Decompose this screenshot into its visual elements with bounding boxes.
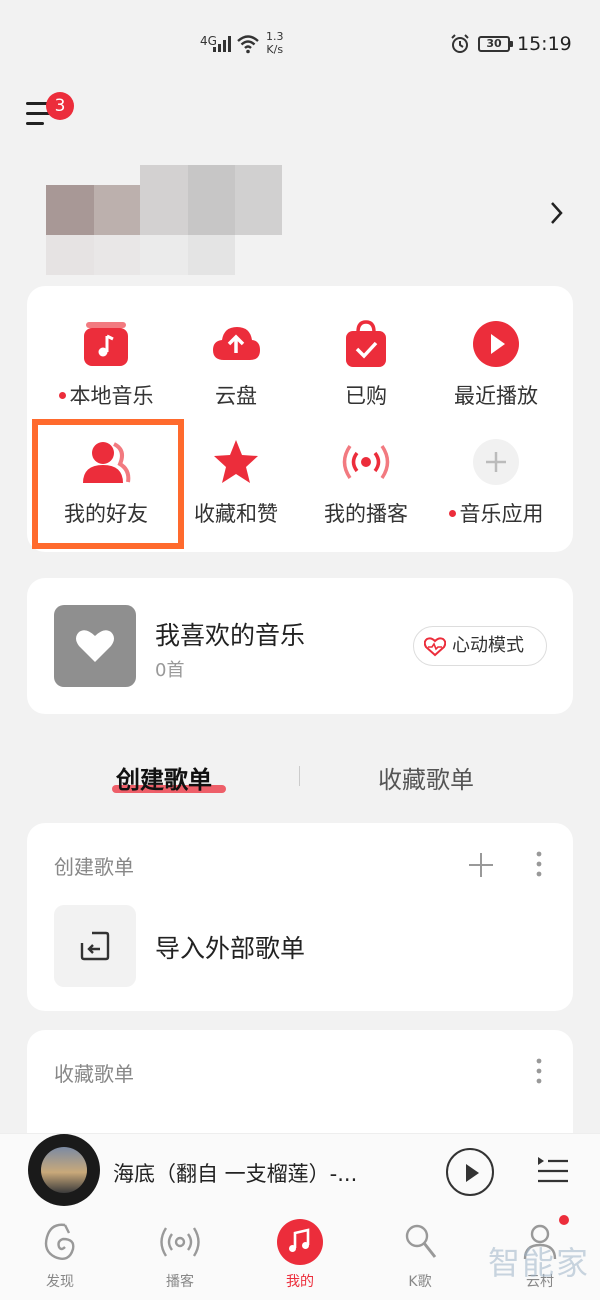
heart-mode-label: 心动模式: [452, 635, 524, 656]
nav-item-mine[interactable]: 我的: [260, 1219, 340, 1291]
grid-item-my-podcast[interactable]: 我的播客: [301, 436, 431, 528]
play-circle-icon: [473, 321, 519, 367]
network-speed: 1.3 K/s: [266, 30, 284, 56]
discover-icon: [44, 1223, 75, 1260]
grid-item-label: 本地音乐: [41, 380, 171, 410]
new-dot: [448, 509, 456, 517]
blur-block: [46, 235, 94, 275]
grid-item-label: 已购: [345, 384, 387, 408]
blur-block: [188, 165, 235, 235]
section-title: 收藏歌单: [54, 1062, 134, 1086]
tab-divider: [299, 766, 300, 786]
new-dot: [58, 391, 66, 399]
grid-item-recent-play[interactable]: 最近播放: [431, 318, 561, 410]
tab-created-playlists[interactable]: 创建歌单: [116, 760, 212, 795]
favorite-count: 0首: [155, 660, 185, 681]
star-icon: [214, 440, 258, 483]
created-playlists-card: 创建歌单 导入外部歌单: [27, 823, 573, 1011]
blur-block: [140, 165, 188, 235]
wifi-icon: [237, 35, 259, 54]
nav-label: 播客: [166, 1274, 194, 1290]
clock-time: 15:19: [517, 33, 572, 55]
speed-unit: K/s: [266, 43, 284, 56]
grid-item-label: 音乐应用: [431, 498, 561, 528]
more-vertical-icon[interactable]: [527, 1056, 551, 1086]
highlight-box: [32, 419, 184, 549]
blur-block: [46, 185, 94, 235]
import-playlist-label[interactable]: 导入外部歌单: [155, 929, 305, 965]
music-note-icon: [277, 1219, 323, 1265]
more-vertical-icon[interactable]: [527, 849, 551, 879]
heart-icon: [76, 630, 114, 662]
now-playing-title[interactable]: 海底（翻自 一支榴莲）-...: [113, 1158, 357, 1188]
grid-item-label: 云盘: [215, 384, 257, 408]
blur-block: [188, 235, 235, 275]
mini-player[interactable]: 海底（翻自 一支榴莲）-...: [0, 1133, 600, 1213]
album-disc[interactable]: [28, 1134, 100, 1206]
nav-item-discover[interactable]: 发现: [20, 1219, 100, 1291]
grid-item-music-apps[interactable]: 音乐应用: [431, 436, 561, 528]
battery-indicator: 30: [478, 36, 513, 52]
nav-label: K歌: [408, 1274, 432, 1290]
broadcast-icon: [342, 445, 390, 479]
add-icon[interactable]: [467, 851, 495, 879]
favorite-title: 我喜欢的音乐: [155, 621, 306, 650]
grid-item-purchased[interactable]: 已购: [301, 318, 431, 410]
microphone-icon: [405, 1224, 437, 1258]
podcast-icon: [160, 1227, 200, 1257]
signal-icon: [213, 36, 231, 52]
import-icon: [80, 931, 110, 961]
local-music-icon: [84, 322, 128, 366]
cloud-upload-icon: [213, 327, 260, 360]
shopping-bag-icon: [346, 320, 386, 367]
grid-item-label: 我的播客: [324, 502, 408, 526]
favorite-music-card[interactable]: 我喜欢的音乐 0首 心动模式: [27, 578, 573, 714]
grid-item-label: 最近播放: [454, 384, 538, 408]
status-bar: 4G 1.3 K/s 30 15:19: [0, 0, 600, 90]
user-profile-blurred[interactable]: [46, 165, 282, 275]
playlist-queue-icon[interactable]: [536, 1152, 570, 1186]
notification-dot: [559, 1215, 569, 1225]
chevron-right-icon[interactable]: [544, 200, 568, 226]
heartbeat-icon: [424, 637, 446, 657]
grid-item-local-music[interactable]: 本地音乐: [41, 318, 171, 410]
grid-item-favorites-likes[interactable]: 收藏和赞: [171, 436, 301, 528]
nav-label: 发现: [46, 1274, 74, 1290]
watermark-text: 智能家: [488, 1244, 591, 1282]
nav-item-karaoke[interactable]: K歌: [380, 1219, 460, 1291]
blur-block: [235, 165, 282, 235]
speed-value: 1.3: [266, 30, 284, 43]
alarm-icon: [451, 34, 469, 53]
album-cover: [41, 1147, 87, 1193]
blur-block: [94, 235, 140, 275]
section-title: 创建歌单: [54, 855, 134, 879]
tab-collected-playlists[interactable]: 收藏歌单: [378, 760, 474, 795]
playlist-tabs: 创建歌单 收藏歌单: [0, 740, 600, 800]
blur-block: [140, 235, 188, 275]
play-button[interactable]: [446, 1148, 494, 1196]
play-icon: [466, 1164, 479, 1182]
nav-item-podcast[interactable]: 播客: [140, 1219, 220, 1291]
heart-mode-button[interactable]: 心动模式: [413, 626, 547, 666]
import-playlist-icon-box[interactable]: [54, 905, 136, 987]
favorite-cover: [54, 605, 136, 687]
grid-item-label: 收藏和赞: [194, 502, 278, 526]
menu-line: [26, 122, 44, 125]
notification-badge: 3: [46, 92, 74, 120]
nav-label: 我的: [286, 1274, 314, 1290]
grid-item-cloud[interactable]: 云盘: [171, 318, 301, 410]
plus-icon: [473, 439, 519, 485]
blur-block: [94, 185, 140, 235]
